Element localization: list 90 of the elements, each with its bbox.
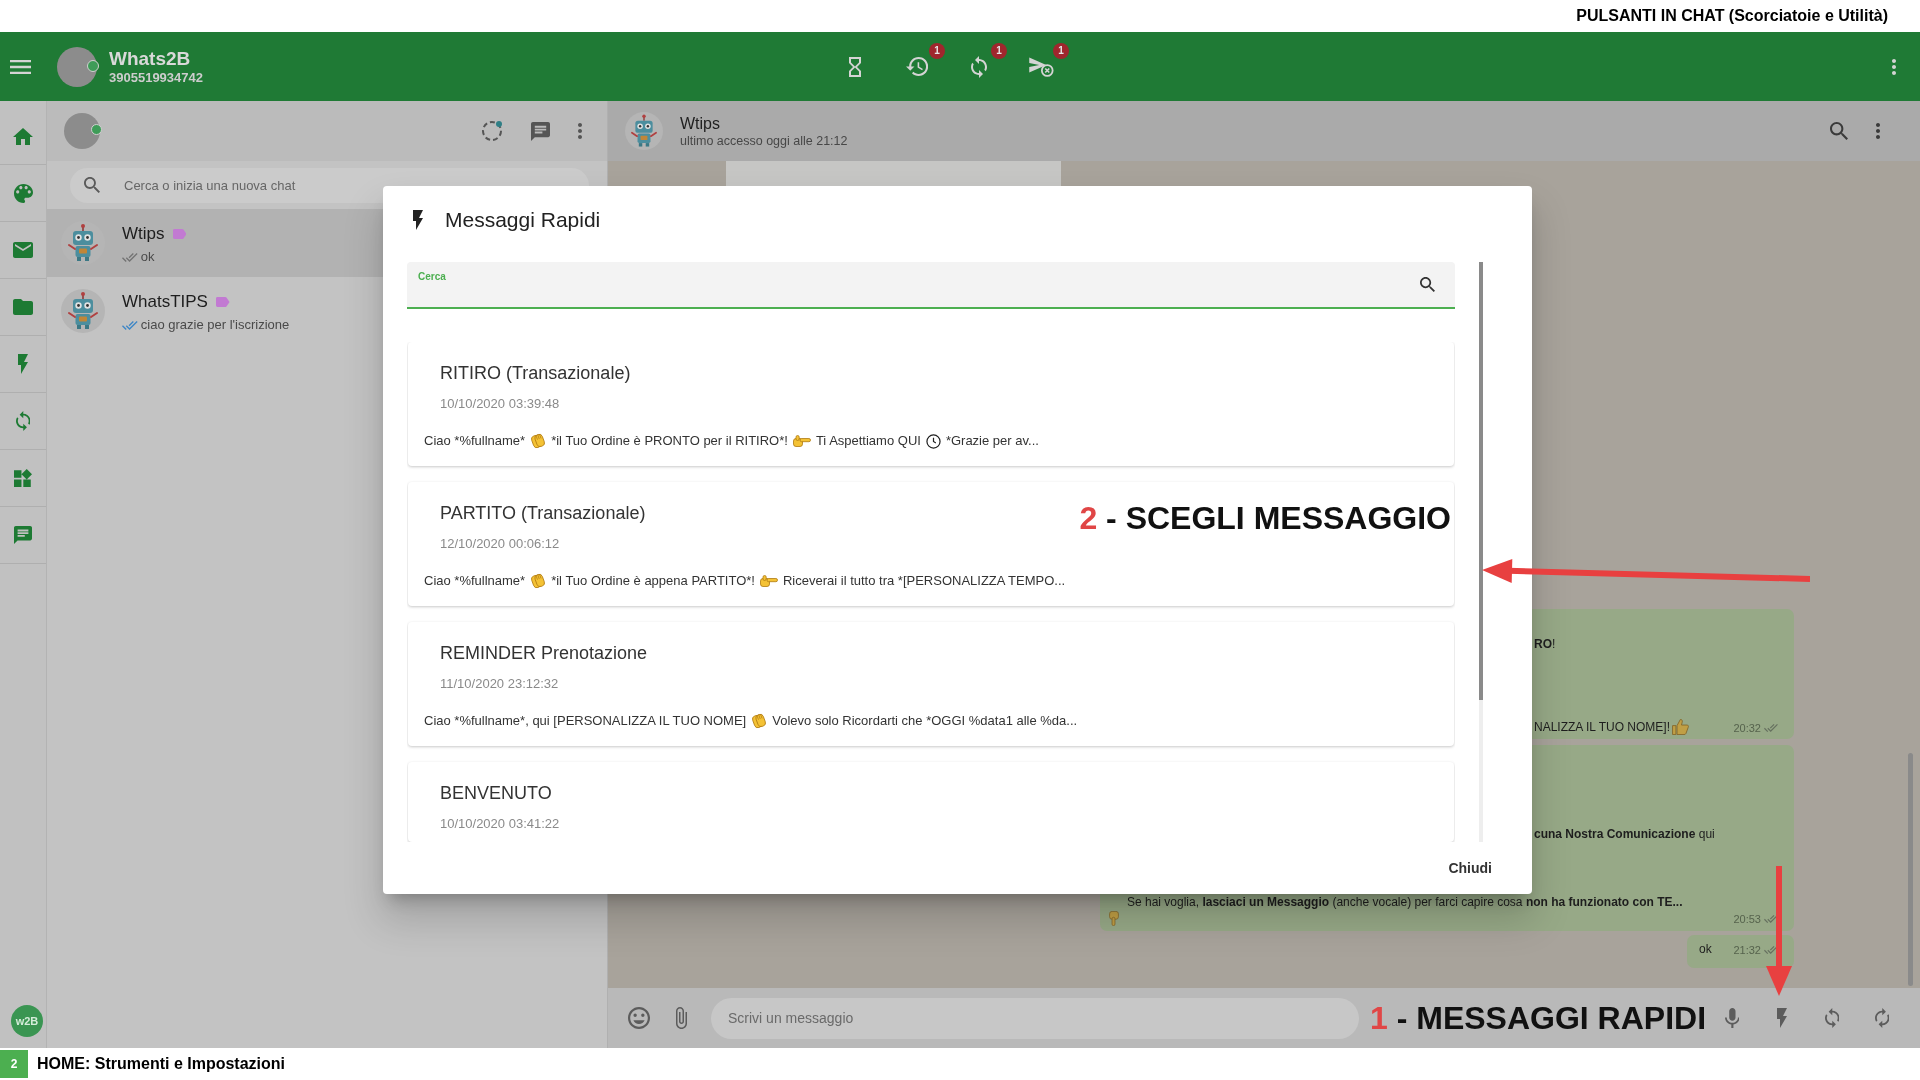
message-title: PARTITO (Transazionale) bbox=[440, 502, 646, 525]
microphone-icon[interactable] bbox=[1724, 1008, 1740, 1028]
scrollbar-thumb[interactable] bbox=[1479, 262, 1483, 700]
message-text: ok bbox=[1699, 941, 1712, 957]
quick-message-item[interactable]: BENVENUTO 10/10/2020 03:41:22 bbox=[408, 762, 1454, 842]
mail-icon[interactable] bbox=[13, 242, 33, 258]
dialog-title: Messaggi Rapidi bbox=[445, 207, 601, 233]
chat-name: Wtips bbox=[122, 224, 165, 244]
message-preview-text: *il Tuo Ordine è PRONTO per il RITIRO*! bbox=[551, 432, 788, 450]
widgets-icon[interactable] bbox=[14, 469, 32, 487]
quick-message-item[interactable]: PARTITO (Transazionale) 2 - SCEGLI MESSAGGIO 12/10/2020 00:06:12 Ciao *%fullname* *il Tuo Ordine è appena PARTITO*! Riceverai il tutto tra *[PERSONALIZZA TEMPO... bbox=[408, 482, 1454, 606]
message-preview-text: Ti Aspettiamo QUI bbox=[815, 432, 921, 450]
refresh-icon[interactable] bbox=[1874, 1008, 1890, 1028]
message-text: Se hai voglia, lasciaci un Messaggio (anche vocale) per farci capire cosa non ha funzionato con TE... bbox=[1127, 894, 1683, 910]
notification-count: 1 bbox=[991, 42, 1007, 59]
message-preview-text: Ciao *%fullname*, qui [PERSONALIZZA IL TUO NOME] bbox=[424, 712, 747, 730]
message-preview-text: Volevo solo Ricordarti che *OGGI %data1 alle %da... bbox=[772, 712, 1078, 730]
message-title: BENVENUTO bbox=[440, 782, 552, 805]
pointing-hand-icon bbox=[759, 575, 778, 587]
message-input[interactable]: Scrivi un messaggio bbox=[711, 997, 1359, 1039]
message-preview-text: Riceverai il tutto tra *[PERSONALIZZA TEMPO... bbox=[782, 572, 1066, 590]
clock-arrow-icon[interactable] bbox=[905, 57, 929, 76]
message-preview-text: Ciao *%fullname* bbox=[424, 432, 526, 450]
message-text: RO! bbox=[1534, 636, 1556, 652]
folder-icon[interactable] bbox=[13, 299, 33, 315]
chat-badge-icon bbox=[87, 59, 99, 72]
menu-icon[interactable] bbox=[10, 59, 31, 74]
message-preview-text: *Grazie per av... bbox=[945, 432, 1039, 450]
paperclip-icon[interactable] bbox=[676, 1007, 687, 1029]
annotation-label: 2 - SCEGLI MESSAGGIO bbox=[1079, 499, 1451, 537]
hourglass-icon[interactable] bbox=[849, 56, 861, 77]
robot-avatar bbox=[61, 289, 105, 333]
home-icon[interactable] bbox=[13, 127, 33, 145]
sync-icon[interactable] bbox=[1824, 1008, 1840, 1028]
notification-count: 1 bbox=[1053, 42, 1069, 59]
screen-caption: HOME: Strumenti e Impostazioni bbox=[37, 1054, 285, 1074]
clapping-hands-icon bbox=[751, 713, 768, 729]
search-icon bbox=[84, 177, 100, 193]
account-name: Whats2B bbox=[109, 47, 192, 70]
pointing-hand-icon bbox=[792, 435, 811, 447]
chat-preview: ciao grazie per l'iscrizione bbox=[140, 316, 290, 334]
message-time: 21:32 bbox=[1733, 943, 1761, 957]
lightning-icon[interactable] bbox=[1777, 1008, 1787, 1028]
quick-message-item[interactable]: RITIRO (Transazionale) 10/10/2020 03:39:48 Ciao *%fullname* *il Tuo Ordine è PRONTO per il RITIRO*! Ti Aspettiamo QUI *Grazie per av... bbox=[408, 342, 1454, 466]
message-preview-text: *il Tuo Ordine è appena PARTITO*! bbox=[551, 572, 755, 590]
clapping-hands-icon bbox=[530, 573, 547, 589]
search-icon bbox=[1420, 277, 1435, 292]
message-date: 12/10/2020 00:06:12 bbox=[440, 535, 560, 553]
robot-avatar bbox=[625, 112, 663, 150]
more-options-icon[interactable] bbox=[1892, 58, 1896, 75]
message-time: 20:32 bbox=[1733, 721, 1761, 735]
message-icon[interactable] bbox=[14, 526, 32, 544]
scrollbar-thumb[interactable] bbox=[1908, 753, 1913, 986]
chat-badge-icon bbox=[91, 124, 102, 135]
clapping-hands-icon bbox=[530, 433, 547, 449]
clock-icon bbox=[925, 433, 941, 449]
message-text: cuna Nostra Comunicazione qui bbox=[1534, 826, 1715, 842]
step-number: 2 bbox=[0, 1050, 28, 1078]
thumbs-up-icon bbox=[1672, 719, 1690, 735]
message-title: RITIRO (Transazionale) bbox=[440, 362, 631, 385]
lightning-icon bbox=[413, 210, 423, 230]
account-number: 3905519934742 bbox=[109, 69, 203, 86]
quick-message-item[interactable]: REMINDER Prenotazione 11/10/2020 23:12:32 Ciao *%fullname*, qui [PERSONALIZZA IL TUO NOME] Volevo solo Ricordarti che *OGGI %data1 alle %da... bbox=[408, 622, 1454, 746]
smiley-icon[interactable] bbox=[628, 1007, 650, 1029]
pointing-down-hand-icon bbox=[1109, 911, 1119, 926]
lightning-icon[interactable] bbox=[18, 354, 28, 374]
palette-icon[interactable] bbox=[13, 183, 33, 203]
notification-count: 1 bbox=[929, 42, 945, 59]
close-button[interactable]: Chiudi bbox=[1434, 850, 1506, 886]
dashed-circle-icon[interactable] bbox=[481, 120, 503, 142]
sync-icon[interactable] bbox=[971, 55, 987, 78]
chat-preview: ok bbox=[140, 248, 155, 266]
message-icon[interactable] bbox=[531, 121, 550, 141]
message-date: 10/10/2020 03:39:48 bbox=[440, 395, 560, 413]
more-options-icon[interactable] bbox=[578, 123, 582, 139]
message-text: NALIZZA IL TUO NOME]! bbox=[1534, 719, 1671, 735]
message-time: 20:53 bbox=[1733, 912, 1761, 926]
message-date: 10/10/2020 03:41:22 bbox=[440, 815, 560, 833]
more-options-icon[interactable] bbox=[1876, 123, 1880, 139]
contact-name: Wtips bbox=[680, 113, 721, 133]
last-seen-status: ultimo accesso oggi alle 21:12 bbox=[680, 132, 848, 149]
chat-name: WhatsTIPS bbox=[122, 292, 208, 312]
screen-caption: PULSANTI IN CHAT (Scorciatoie e Utilità) bbox=[1576, 6, 1888, 26]
send-cancel-icon[interactable] bbox=[1028, 56, 1054, 77]
message-date: 11/10/2020 23:12:32 bbox=[440, 675, 559, 693]
message-title: REMINDER Prenotazione bbox=[440, 642, 648, 665]
sync-icon[interactable] bbox=[15, 411, 31, 431]
search-icon[interactable] bbox=[1830, 122, 1848, 140]
annotation-label: 1 - MESSAGGI RAPIDI bbox=[1370, 999, 1707, 1037]
message-preview-text: Ciao *%fullname* bbox=[424, 572, 526, 590]
